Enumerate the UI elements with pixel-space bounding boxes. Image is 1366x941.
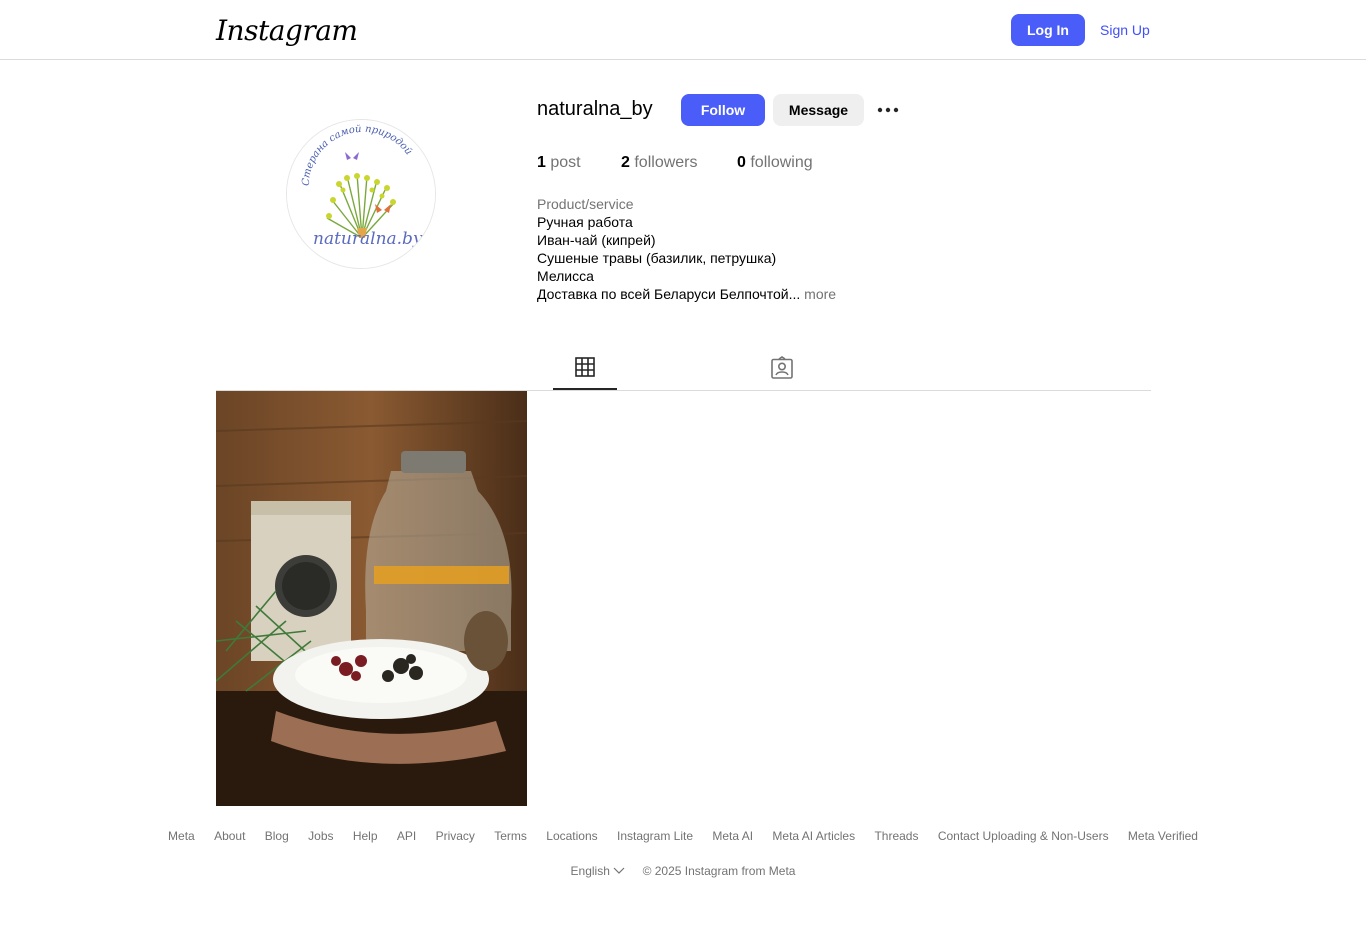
bio-line-last: Доставка по всей Беларуси Белпочтой... m… [537,285,836,303]
posts-label: post [550,154,581,171]
bio-category: Product/service [537,196,634,212]
footer-link[interactable]: Threads [874,829,918,843]
bio-line: Ручная работа [537,214,633,230]
followers-label: followers [634,154,698,171]
login-button[interactable]: Log In [1011,14,1085,46]
tagged-icon[interactable] [770,356,794,380]
more-options-icon[interactable] [876,101,900,119]
instagram-logo[interactable]: Instagram [216,14,358,47]
footer-link[interactable]: Meta [168,829,195,843]
footer-link[interactable]: Terms [494,829,527,843]
bio-more-link[interactable]: more [804,286,836,302]
footer-link[interactable]: Privacy [436,829,475,843]
footer-links: Meta About Blog Jobs Help API Privacy Te… [0,829,1366,843]
following-number: 0 [737,154,746,171]
footer-bottom: English © 2025 Instagram from Meta [0,864,1366,878]
message-button[interactable]: Message [773,94,864,126]
bio-line: Сушеные травы (базилик, петрушка) [537,250,777,266]
active-tab-indicator [553,388,617,390]
footer-link[interactable]: Instagram Lite [617,829,693,843]
avatar-brand-text: naturalna.by [313,229,423,249]
avatar-image: Стерана самой природой naturalna.by [287,120,435,268]
followers-count[interactable]: 2 followers [621,154,698,172]
top-navigation-bar: Instagram Log In Sign Up [0,0,1366,60]
footer-link[interactable]: API [397,829,416,843]
footer-link[interactable]: About [214,829,245,843]
footer-link[interactable]: Meta AI [712,829,753,843]
follow-button[interactable]: Follow [681,94,765,126]
following-count[interactable]: 0 following [737,154,813,172]
bio-line: Иван-чай (кипрей) [537,232,656,248]
footer-link[interactable]: Contact Uploading & Non-Users [938,829,1109,843]
bio-line: Мелисса [537,268,594,284]
footer-link[interactable]: Meta AI Articles [772,829,855,843]
profile-username: naturalna_by [537,98,653,120]
following-label: following [750,154,813,171]
language-selector[interactable]: English [571,864,626,878]
post-thumbnail[interactable] [216,391,527,806]
language-label: English [570,864,610,878]
footer-link[interactable]: Locations [546,829,597,843]
post-image [216,391,527,806]
bio-line: Доставка по всей Беларуси Белпочтой... [537,286,801,302]
footer-link[interactable]: Help [353,829,378,843]
grid-icon[interactable] [575,357,595,377]
chevron-down-icon [613,867,625,874]
copyright-text: © 2025 Instagram from Meta [642,864,796,878]
posts-count: 1 post [537,154,581,172]
profile-bio: Product/service Ручная работа Иван-чай (… [537,195,836,303]
signup-link[interactable]: Sign Up [1100,22,1150,38]
profile-avatar[interactable]: Стерана самой природой naturalna.by [286,119,436,269]
footer-link[interactable]: Meta Verified [1128,829,1198,843]
footer-link[interactable]: Blog [265,829,289,843]
followers-number: 2 [621,154,630,171]
footer-link[interactable]: Jobs [308,829,333,843]
posts-number: 1 [537,154,546,171]
